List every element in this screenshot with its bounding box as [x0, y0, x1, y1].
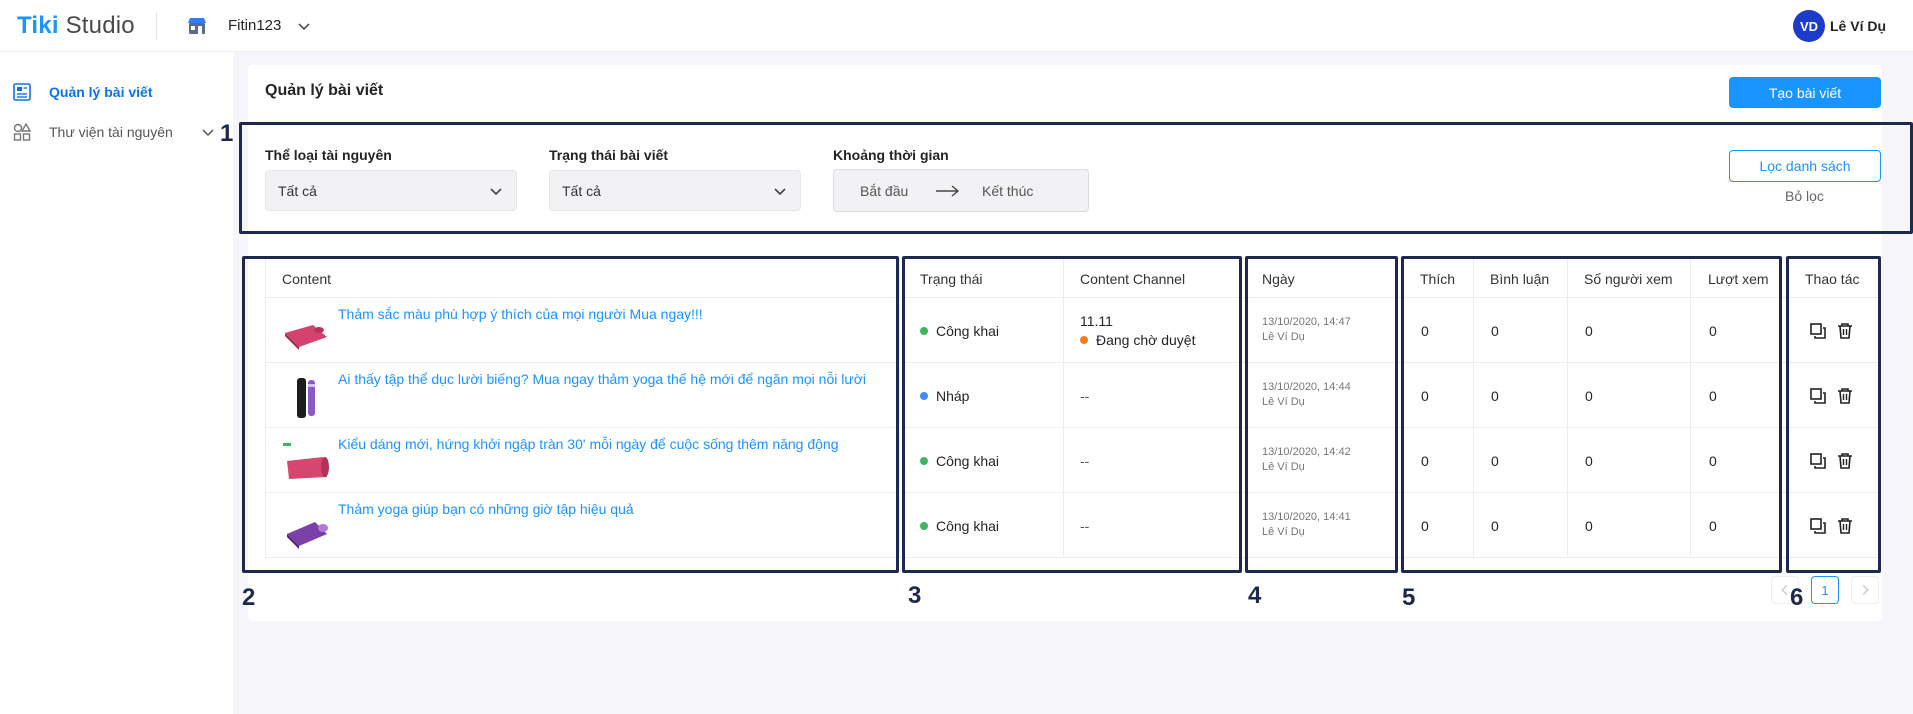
annotation-box-date: [1245, 256, 1398, 573]
annotation-box-filters: [239, 122, 1913, 234]
chevron-down-icon[interactable]: [296, 18, 312, 34]
annotation-number: 3: [908, 582, 922, 609]
annotation-box-status-channel: [902, 256, 1242, 573]
sidebar-item-label: Quản lý bài viết: [49, 84, 153, 100]
next-page-button[interactable]: [1851, 576, 1879, 604]
annotation-number: 2: [242, 584, 256, 611]
top-header: Tiki Studio Fitin123 VD Lê Ví Dụ: [0, 0, 1913, 52]
annotation-number: 1: [220, 120, 234, 147]
annotation-number: 4: [1248, 582, 1262, 609]
sidebar-item-post-management[interactable]: Quản lý bài viết: [0, 72, 233, 112]
user-name[interactable]: Lê Ví Dụ: [1830, 18, 1886, 34]
sidebar-item-label: Thư viện tài nguyên: [49, 124, 173, 140]
shop-name[interactable]: Fitin123: [228, 17, 281, 34]
article-icon: [13, 83, 31, 101]
annotation-number: 5: [1402, 584, 1416, 611]
header-divider: [156, 12, 157, 40]
annotation-box-stats: [1401, 256, 1782, 573]
sidebar: Quản lý bài viết Thư viện tài nguyên: [0, 52, 233, 714]
store-icon: [188, 18, 206, 34]
sidebar-item-resource-library[interactable]: Thư viện tài nguyên: [0, 112, 233, 152]
create-post-button[interactable]: Tạo bài viết: [1729, 77, 1881, 108]
annotation-box-actions: [1786, 256, 1881, 573]
annotation-box-content: [242, 256, 899, 573]
chevron-right-icon: [1862, 584, 1869, 596]
chevron-down-icon[interactable]: [200, 124, 216, 140]
logo-studio-text: Studio: [65, 12, 135, 39]
tiki-studio-logo[interactable]: Tiki Studio: [17, 12, 135, 40]
avatar[interactable]: VD: [1793, 10, 1825, 42]
annotation-number: 6: [1790, 584, 1804, 611]
page-number-current[interactable]: 1: [1811, 576, 1839, 604]
logo-tiki-text: Tiki: [17, 12, 59, 39]
shapes-icon: [13, 122, 32, 141]
page-title: Quản lý bài viết: [265, 82, 384, 99]
